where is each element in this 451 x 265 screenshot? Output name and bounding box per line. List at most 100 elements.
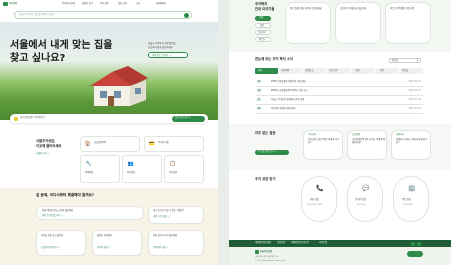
stories-title-line2: 안내 이야기들 [255,7,275,11]
chip-all[interactable]: 전체 [255,16,271,21]
more-faq-button[interactable]: 더 많은 질문 보기 → [255,150,289,155]
faq-card[interactable]: 주거급여 주거급여 신청 자격은 어떻게 되나요? [303,130,343,160]
quick-item-label: 주거급여 [169,171,178,174]
wrench-icon: 🔧 [85,161,93,167]
people-icon: 👥 [127,161,135,167]
footer-top-bar: 개인정보처리방침 이용약관 이메일무단수집거부 사이트맵 [229,240,451,247]
share-icon[interactable] [411,241,415,246]
news-row[interactable]: 행사 주거복지 박람회 개최 안내 2025.05.20 [255,105,423,114]
footer-badge[interactable] [407,251,423,257]
quick-item[interactable]: 👥 주거상담 [122,155,162,183]
quick-item-label: 주거상담 [127,171,136,174]
story-card[interactable]: 어르신 주택개량 지원 사업 [385,2,431,44]
quick-title-line2: 이곳에 물어보세요 [36,144,62,148]
more-faq-label: 더 많은 질문 보기 → [258,150,277,154]
faq-category: 전세사기 [396,133,405,136]
quick-item[interactable]: 🔧 주택개량 [80,155,120,183]
tab-press[interactable]: 보도자료 [327,68,351,74]
footer-link[interactable]: 이용약관 [277,242,285,245]
consult-label: 방문 상담 [402,198,411,201]
news-tag: 공지 [257,80,262,83]
quick-item[interactable]: 📋 주거급여 [164,155,204,183]
consult-card[interactable]: 📞 전화 상담 평일 09:00~18:00 [301,176,337,222]
hero-cta-button[interactable]: 내게 맞는 집 찾기 → [148,52,188,58]
building-icon: 🏢 [408,184,416,192]
consult-sub: 주거안심센터 [403,204,413,206]
tab-notice[interactable]: 공지사항 [279,68,303,74]
chip-senior[interactable]: 어르신 [255,37,271,42]
quick-item-label: 공공임대주택 [94,141,107,144]
problem-question: 내 소득으로 받을 수 있는 지원은? [153,209,184,212]
problem-card[interactable]: 월세가 부담돼요 주거비 지원 → [92,230,142,256]
search-input[interactable]: 궁금한 주거복지 정보를 검색해 보세요 [19,13,54,17]
right-page: 주거복지 안내 이야기들 전체 청년 신혼부부 어르신 청년 월세 지원, 이렇… [229,0,451,265]
problem-card[interactable]: 내 소득으로 받을 수 있는 지원은? 지원 조건 확인 → [148,206,204,224]
stories-section: 주거복지 안내 이야기들 전체 청년 신혼부부 어르신 청년 월세 지원, 이렇… [229,0,451,52]
faq-question: 전세사기 피해 시 어디에 상담하나요? [396,138,427,144]
left-page: 주거복지 주거복지 안내 맞춤형 찾기 주거 정보 상담 신청 소식 마이페이지… [0,0,218,265]
news-title: 한눈에 보는 주거 복지 소식 [255,57,293,61]
nav-item[interactable]: 소식 [136,2,140,6]
faq-question: 공공임대주택 입주 순서는 어떻게 정해지나요? [352,138,385,144]
hero-banner: 서울에서 내게 맞는 집을 찾고 싶나요? 서울시 주거복지 지원 정보를 한곳… [0,22,218,120]
card-icon: 💳 [148,141,156,147]
problem-link: 지원 조건 확인 → [153,215,169,218]
chip-newlywed[interactable]: 신혼부부 [255,30,271,35]
news-list: 공지 2025년 청년월세 지원사업 신청 안내 2025.06.10 모집 2… [255,78,423,114]
nav-item[interactable]: 상담 신청 [118,2,127,6]
story-card[interactable]: 신혼부부 전세자금 대출 안내 [335,2,381,44]
chip-youth[interactable]: 청년 [255,23,271,28]
nav-item[interactable]: 마이페이지 [156,2,166,6]
search-icon[interactable] [184,13,189,18]
story-card[interactable]: 청년 월세 지원, 이렇게 신청하세요 [285,2,331,44]
search-bar[interactable]: 궁금한 주거복지 정보를 검색해 보세요 [14,11,192,19]
news-date: 2025.05.20 [408,107,421,110]
news-date: 2025.05.28 [408,98,421,101]
quick-item[interactable]: 💳 주거비 지원 [144,136,204,152]
tab-label: 행사 [355,68,360,72]
faq-card[interactable]: 공공임대 공공임대주택 입주 순서는 어떻게 정해지나요? [347,130,387,160]
problem-card[interactable]: 집이 낡아 수리가 필요해요 주택개량 지원 → [148,230,204,256]
news-date: 2025.06.10 [408,80,421,83]
footer-address: 서울특별시 중구 세종대로 110 [255,256,279,258]
nav-item[interactable]: 주거복지 안내 [62,2,75,6]
bulb-icon [14,116,18,121]
quick-link[interactable]: 자세히 보기 → [36,152,49,156]
faq-title: 자주 묻는 질문 [255,131,276,135]
faq-card[interactable]: 전세사기 전세사기 피해 시 어디에 상담하나요? [391,130,431,160]
tab-recruit[interactable]: 모집공고 [303,68,327,74]
logo-text[interactable]: 주거복지 [9,2,17,6]
story-text: 신혼부부 전세자금 대출 안내 [340,7,367,10]
problem-link: 주거비 지원 → [97,246,111,249]
news-row[interactable]: 공지 2025년 청년월세 지원사업 신청 안내 2025.06.10 [255,78,423,87]
problem-question: 이사할 집을 찾고 있어요 [41,234,64,237]
nav-item[interactable]: 주거 정보 [100,2,109,6]
problem-question: 집이 낡아 수리가 필요해요 [153,234,178,237]
problem-link: 계약 전 확인할 사항 → [42,214,63,217]
logo-icon[interactable] [3,2,8,6]
news-text: 주거복지 박람회 개최 안내 [271,107,296,110]
chip-label: 신혼부부 [258,31,267,35]
tab-event[interactable]: 행사 [351,68,375,74]
find-info-button[interactable]: 맞춤 정보 찾기 → [172,115,205,122]
consult-card[interactable]: 💬 온라인 상담 24시간 접수 [347,176,383,222]
consult-card[interactable]: 🏢 방문 상담 주거안심센터 [393,176,429,222]
footer-link[interactable]: 사이트맵 [319,242,327,245]
news-tag: 보도 [257,98,262,101]
news-row[interactable]: 보도 서울시 주거안심 종합센터 운영 확대 2025.05.28 [255,96,423,105]
news-row[interactable]: 모집 2025년 공공임대주택 입주자 모집 공고 2025.06.05 [255,87,423,96]
tab-archive[interactable]: 자료실 [399,68,423,74]
news-sort-select[interactable]: 최신순 ▾ [389,58,421,63]
footer-link[interactable]: 개인정보처리방침 [255,242,271,245]
sns-icon[interactable] [417,241,421,246]
footer-link[interactable]: 이메일무단수집거부 [291,242,309,245]
problem-link: 주택개량 지원 → [153,246,169,249]
news-tabs: 전체 공지사항 모집공고 보도자료 행사 교육 자료실 [255,68,423,74]
chevron-down-icon: ▾ [416,59,418,63]
nav-item[interactable]: 맞춤형 찾기 [82,2,93,6]
quick-item[interactable]: 🏠 공공임대주택 [80,136,140,152]
problem-card[interactable]: 전세 계약을 앞두고 있어 불안해요 계약 전 확인할 사항 → [36,206,144,220]
problem-card[interactable]: 이사할 집을 찾고 있어요 공공임대 알아보기 → [36,230,86,256]
tab-education[interactable]: 교육 [375,68,399,74]
tab-all[interactable]: 전체 [255,68,279,74]
